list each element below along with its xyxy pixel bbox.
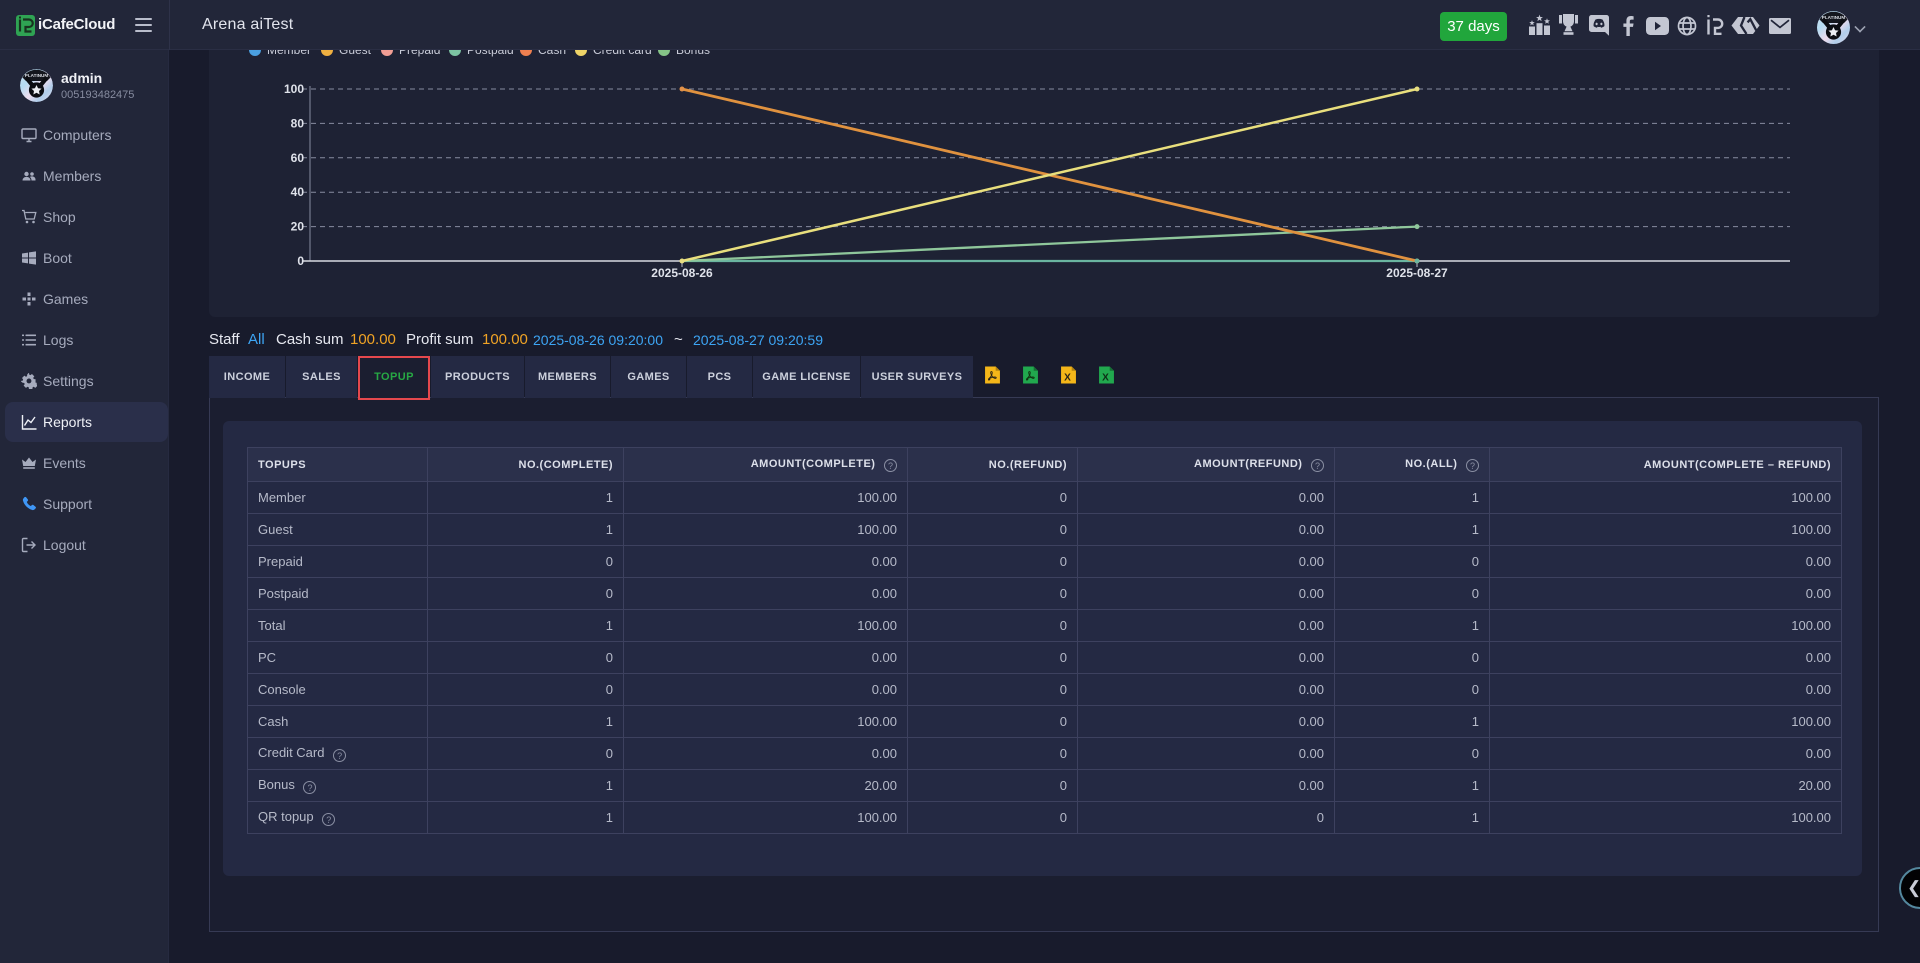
svg-text:40: 40 xyxy=(291,185,305,199)
svg-text:X: X xyxy=(1102,372,1109,383)
svg-text:2025-08-26: 2025-08-26 xyxy=(651,266,713,280)
svg-text:60: 60 xyxy=(291,151,305,165)
svg-text:X: X xyxy=(1064,372,1071,383)
svg-text:20: 20 xyxy=(291,220,305,234)
svg-text:2025-08-27: 2025-08-27 xyxy=(1386,266,1448,280)
svg-text:80: 80 xyxy=(291,116,305,130)
svg-text:0: 0 xyxy=(297,254,304,268)
svg-text:100: 100 xyxy=(284,82,304,96)
